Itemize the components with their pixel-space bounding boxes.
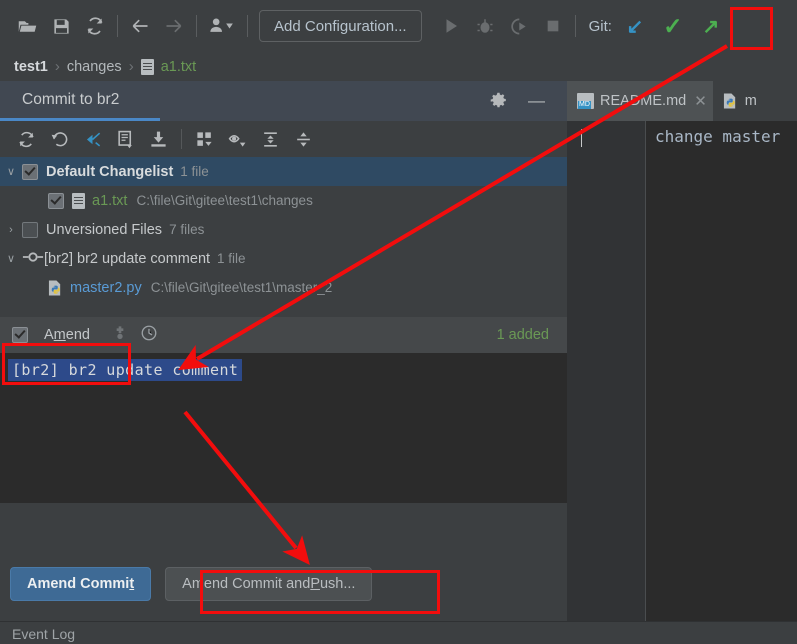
editor-pane: README.md ✕ m change master bbox=[567, 81, 797, 626]
chevron-right-icon[interactable]: › bbox=[0, 224, 22, 236]
breadcrumb: test1 › changes › a1.txt bbox=[0, 52, 797, 81]
commit-toolbar-divider bbox=[181, 129, 182, 149]
preview-eye-icon[interactable] bbox=[221, 124, 254, 154]
push-arrow-icon[interactable]: ↗ bbox=[694, 9, 728, 43]
amend-commit-button[interactable]: Amend Commi t bbox=[10, 567, 152, 601]
editor-body[interactable]: change master bbox=[567, 121, 797, 626]
table-row[interactable]: master2.py C:\file\Git\gitee\test1\maste… bbox=[0, 273, 567, 302]
commit-panel-title[interactable]: Commit to br2 bbox=[22, 91, 119, 109]
open-folder-icon[interactable] bbox=[10, 9, 44, 43]
collapse-to-icon[interactable] bbox=[76, 124, 109, 154]
toolbar-divider bbox=[574, 15, 576, 37]
file-path: C:\file\Git\gitee\test1\changes bbox=[136, 193, 313, 208]
amend-label[interactable]: Amend bbox=[44, 327, 90, 343]
toolbar-divider bbox=[247, 15, 248, 37]
show-diff-icon[interactable] bbox=[109, 124, 142, 154]
python-file-icon bbox=[723, 93, 738, 109]
editor-tab-label: README.md bbox=[600, 93, 687, 109]
back-arrow-icon[interactable] bbox=[123, 9, 157, 43]
breadcrumb-separator: › bbox=[54, 58, 60, 75]
expand-all-icon[interactable] bbox=[254, 124, 287, 154]
editor-tab-bar: README.md ✕ m bbox=[567, 81, 797, 121]
text-caret bbox=[581, 129, 582, 147]
breadcrumb-file[interactable]: a1.txt bbox=[161, 59, 196, 75]
amend-commit-and-push-highlight bbox=[200, 570, 440, 614]
close-icon[interactable]: ✕ bbox=[694, 92, 707, 110]
chevron-down-icon[interactable]: ∨ bbox=[0, 165, 22, 178]
changelist-count: 1 file bbox=[180, 164, 209, 179]
breadcrumb-project[interactable]: test1 bbox=[14, 59, 48, 75]
active-tab-underline bbox=[0, 118, 160, 121]
save-icon[interactable] bbox=[44, 9, 78, 43]
table-row[interactable]: ∨ [br2] br2 update comment 1 file bbox=[0, 244, 567, 273]
text-file-icon bbox=[72, 192, 85, 209]
users-icon[interactable] bbox=[202, 9, 242, 43]
breadcrumb-separator: › bbox=[128, 58, 134, 75]
file-name: master2.py bbox=[70, 279, 142, 296]
amended-commit-label: [br2] br2 update comment bbox=[44, 250, 211, 267]
editor-gutter bbox=[567, 121, 646, 626]
file-checkbox[interactable] bbox=[48, 192, 64, 209]
collapse-all-icon[interactable] bbox=[287, 124, 320, 154]
breadcrumb-folder[interactable]: changes bbox=[67, 59, 122, 75]
get-from-vcs-icon[interactable] bbox=[142, 124, 175, 154]
editor-tab-python[interactable]: m bbox=[713, 81, 763, 121]
sync-icon[interactable] bbox=[78, 9, 112, 43]
table-row[interactable]: a1.txt C:\file\Git\gitee\test1\changes bbox=[0, 186, 567, 215]
amended-commit-count: 1 file bbox=[217, 251, 246, 266]
ide-window: Add Configuration... Git: ↙ ✓ ↗ test1 › … bbox=[0, 0, 797, 644]
changelist-checkbox[interactable] bbox=[22, 163, 38, 180]
toolbar-divider bbox=[117, 15, 118, 37]
main-toolbar: Add Configuration... Git: ↙ ✓ ↗ bbox=[0, 0, 797, 52]
git-commit-icon-highlight bbox=[730, 7, 773, 50]
changes-tree: ∨ Default Changelist 1 file a1.txt C:\fi… bbox=[0, 157, 567, 302]
changelist-label: Default Changelist bbox=[46, 163, 174, 180]
file-name: a1.txt bbox=[92, 192, 128, 209]
table-row[interactable]: › Unversioned Files 7 files bbox=[0, 215, 567, 244]
editor-code-line: change master bbox=[655, 127, 781, 146]
python-file-icon bbox=[48, 280, 63, 296]
rollback-icon[interactable] bbox=[43, 124, 76, 154]
amend-checkbox-highlight bbox=[2, 343, 131, 385]
chevron-down-icon[interactable]: ∨ bbox=[0, 252, 22, 265]
run-with-coverage-icon[interactable] bbox=[502, 9, 536, 43]
unversioned-checkbox[interactable] bbox=[22, 221, 38, 238]
table-row[interactable]: ∨ Default Changelist 1 file bbox=[0, 157, 567, 186]
commit-checkmark-icon[interactable]: ✓ bbox=[652, 9, 694, 43]
commit-toolbar bbox=[0, 121, 567, 157]
text-file-icon bbox=[140, 58, 154, 75]
event-log-button[interactable]: Event Log bbox=[12, 626, 75, 643]
minimize-icon[interactable]: — bbox=[528, 91, 545, 111]
editor-tab-label: m bbox=[744, 93, 757, 109]
debug-icon[interactable] bbox=[468, 9, 502, 43]
editor-tab-readme[interactable]: README.md ✕ bbox=[567, 81, 713, 121]
forward-arrow-icon[interactable] bbox=[157, 9, 191, 43]
toolbar-divider bbox=[196, 15, 197, 37]
gear-icon[interactable] bbox=[490, 92, 507, 114]
amend-checkbox[interactable] bbox=[12, 327, 28, 343]
run-icon[interactable] bbox=[434, 9, 468, 43]
stop-icon[interactable] bbox=[536, 9, 570, 43]
refresh-changes-icon[interactable] bbox=[10, 124, 43, 154]
commit-node-icon bbox=[22, 251, 44, 266]
run-configuration-label: Add Configuration... bbox=[274, 17, 407, 35]
file-path: C:\file\Git\gitee\test1\master_2 bbox=[150, 280, 333, 295]
markdown-file-icon bbox=[577, 93, 594, 109]
status-bar: Event Log bbox=[0, 621, 797, 644]
commit-panel-header: Commit to br2 — bbox=[0, 81, 567, 121]
group-by-icon[interactable] bbox=[188, 124, 221, 154]
run-configuration-selector[interactable]: Add Configuration... bbox=[259, 10, 422, 42]
status-badge: 1 added bbox=[496, 327, 549, 343]
clock-history-icon[interactable] bbox=[140, 324, 158, 347]
update-project-arrow-icon[interactable]: ↙ bbox=[618, 9, 652, 43]
unversioned-count: 7 files bbox=[169, 222, 205, 237]
git-label: Git: bbox=[588, 17, 612, 35]
unversioned-label: Unversioned Files bbox=[46, 221, 163, 238]
